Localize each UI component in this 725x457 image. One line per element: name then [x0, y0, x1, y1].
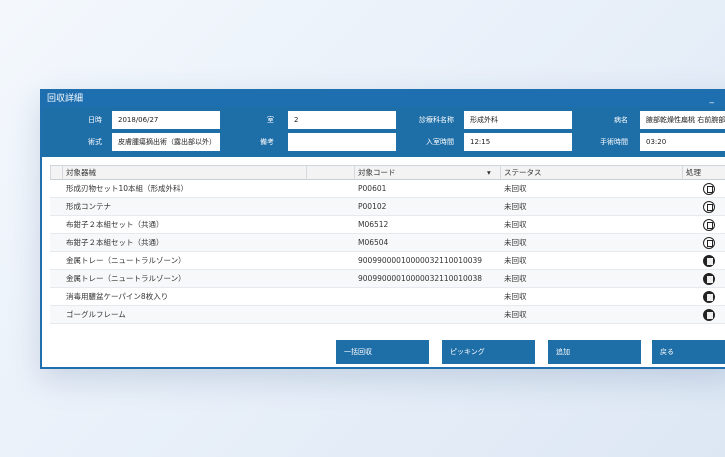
add-button[interactable]: 追加	[548, 340, 641, 364]
table-row[interactable]: 形成コンテナ P00102 未回収	[50, 198, 725, 216]
picking-button[interactable]: ピッキング	[442, 340, 535, 364]
process-document-icon[interactable]	[703, 201, 715, 213]
instrument-code-cell: P00601	[358, 184, 387, 193]
instrument-code-cell: 9009900001000003211001003​9	[358, 256, 483, 265]
minimize-icon[interactable]: _	[710, 91, 715, 107]
process-document-icon[interactable]	[703, 273, 715, 285]
status-cell: 未回収	[504, 202, 527, 211]
entry-time-label: 入室時間	[426, 138, 454, 146]
instrument-name-cell: 形成刃物セット10本組（形成外科）	[66, 184, 189, 193]
table-row[interactable]: 消毒用膿盆ケーパイン8枚入り 未回収	[50, 288, 725, 306]
column-header-blank	[306, 166, 354, 180]
instrument-code-cell: 90099000010000032110010038	[358, 274, 483, 283]
date-label: 日時	[88, 116, 102, 124]
table-row[interactable]: 形成刃物セット10本組（形成外科） P00601 未回収	[50, 180, 725, 198]
row-selector-header	[50, 166, 62, 180]
table-row[interactable]: 金属トレー（ニュートラルゾーン） 900990000100000321100100…	[50, 252, 725, 270]
surgery-time-label: 手術時間	[600, 138, 628, 146]
room-field[interactable]: 2	[288, 111, 396, 129]
process-document-icon[interactable]	[703, 237, 715, 249]
status-cell: 未回収	[504, 274, 527, 283]
dept-field[interactable]: 形成外科	[464, 111, 572, 129]
process-document-icon[interactable]	[703, 255, 715, 267]
grid-header: 対象器械 対象コード ▾ ステータス 処理	[50, 166, 725, 180]
status-cell: 未回収	[504, 238, 527, 247]
status-cell: 未回収	[504, 292, 527, 301]
instrument-grid: 対象器械 対象コード ▾ ステータス 処理 形成刃物セット10本組（形成外科） P…	[50, 165, 725, 337]
surgery-label: 術式	[88, 138, 102, 146]
status-cell: 未回収	[504, 220, 527, 229]
window-title: 回収詳細	[47, 94, 84, 104]
dept-label: 診療科名称	[419, 116, 454, 124]
instrument-name-cell: ゴーグルフレーム	[66, 310, 126, 319]
column-header-code[interactable]: 対象コード	[354, 166, 500, 180]
instrument-name-cell: 布鉗子２本組セット（共通）	[66, 238, 164, 247]
column-header-action[interactable]: 処理	[682, 166, 725, 180]
instrument-name-cell: 形成コンテナ	[66, 202, 111, 211]
instrument-code-cell: P00102	[358, 202, 387, 211]
date-field[interactable]: 2018/06/27	[112, 111, 220, 129]
disease-field[interactable]: 腋部乾燥性扁桃 右前腕部	[640, 111, 725, 129]
title-bar: 回収詳細 _ □	[42, 91, 725, 107]
column-header-instrument[interactable]: 対象器械	[62, 166, 306, 180]
status-cell: 未回収	[504, 184, 527, 193]
entry-time-field[interactable]: 12:15	[464, 133, 572, 151]
table-row[interactable]: 布鉗子２本組セット（共通） M06504 未回収	[50, 234, 725, 252]
table-row[interactable]: 金属トレー（ニュートラルゾーン） 900990000100000321100100…	[50, 270, 725, 288]
filter-dropdown-icon[interactable]: ▾	[484, 166, 500, 180]
process-document-icon[interactable]	[703, 183, 715, 195]
disease-label: 病名	[614, 116, 628, 124]
instrument-code-cell: M06512	[358, 220, 389, 229]
instrument-name-cell: 布鉗子２本組セット（共通）	[66, 220, 164, 229]
note-label: 備考	[260, 138, 274, 146]
room-label: 室	[267, 116, 274, 124]
instrument-name-cell: 金属トレー（ニュートラルゾーン）	[66, 274, 186, 283]
surgery-time-field[interactable]: 03:20	[640, 133, 725, 151]
process-document-icon[interactable]	[703, 291, 715, 303]
process-document-icon[interactable]	[703, 219, 715, 231]
status-cell: 未回収	[504, 256, 527, 265]
process-document-icon[interactable]	[703, 309, 715, 321]
table-row[interactable]: 布鉗子２本組セット（共通） M06512 未回収	[50, 216, 725, 234]
surgery-info-header: 日時 2018/06/27 室 2 診療科名称 形成外科 病名 腋部乾燥性扁桃 …	[42, 107, 725, 157]
note-field[interactable]	[288, 133, 396, 151]
instrument-name-cell: 消毒用膿盆ケーパイン8枚入り	[66, 292, 169, 301]
bulk-recover-button[interactable]: 一括回収	[336, 340, 429, 364]
grid-body: 形成刃物セット10本組（形成外科） P00601 未回収 形成コンテナ P00102 未回…	[50, 180, 725, 324]
surgery-field[interactable]: 皮膚腫瘍摘出術（露出部以外）	[112, 133, 220, 151]
back-button[interactable]: 戻る	[652, 340, 725, 364]
column-header-status[interactable]: ステータス	[500, 166, 682, 180]
instrument-name-cell: 金属トレー（ニュートラルゾーン）	[66, 256, 186, 265]
table-row[interactable]: ゴーグルフレーム 未回収	[50, 306, 725, 324]
instrument-code-cell: M06504	[358, 238, 389, 247]
status-cell: 未回収	[504, 310, 527, 319]
recovery-detail-window: 回収詳細 _ □ 日時 2018/06/27 室 2 診療科名称 形成外科 病名…	[40, 89, 725, 369]
